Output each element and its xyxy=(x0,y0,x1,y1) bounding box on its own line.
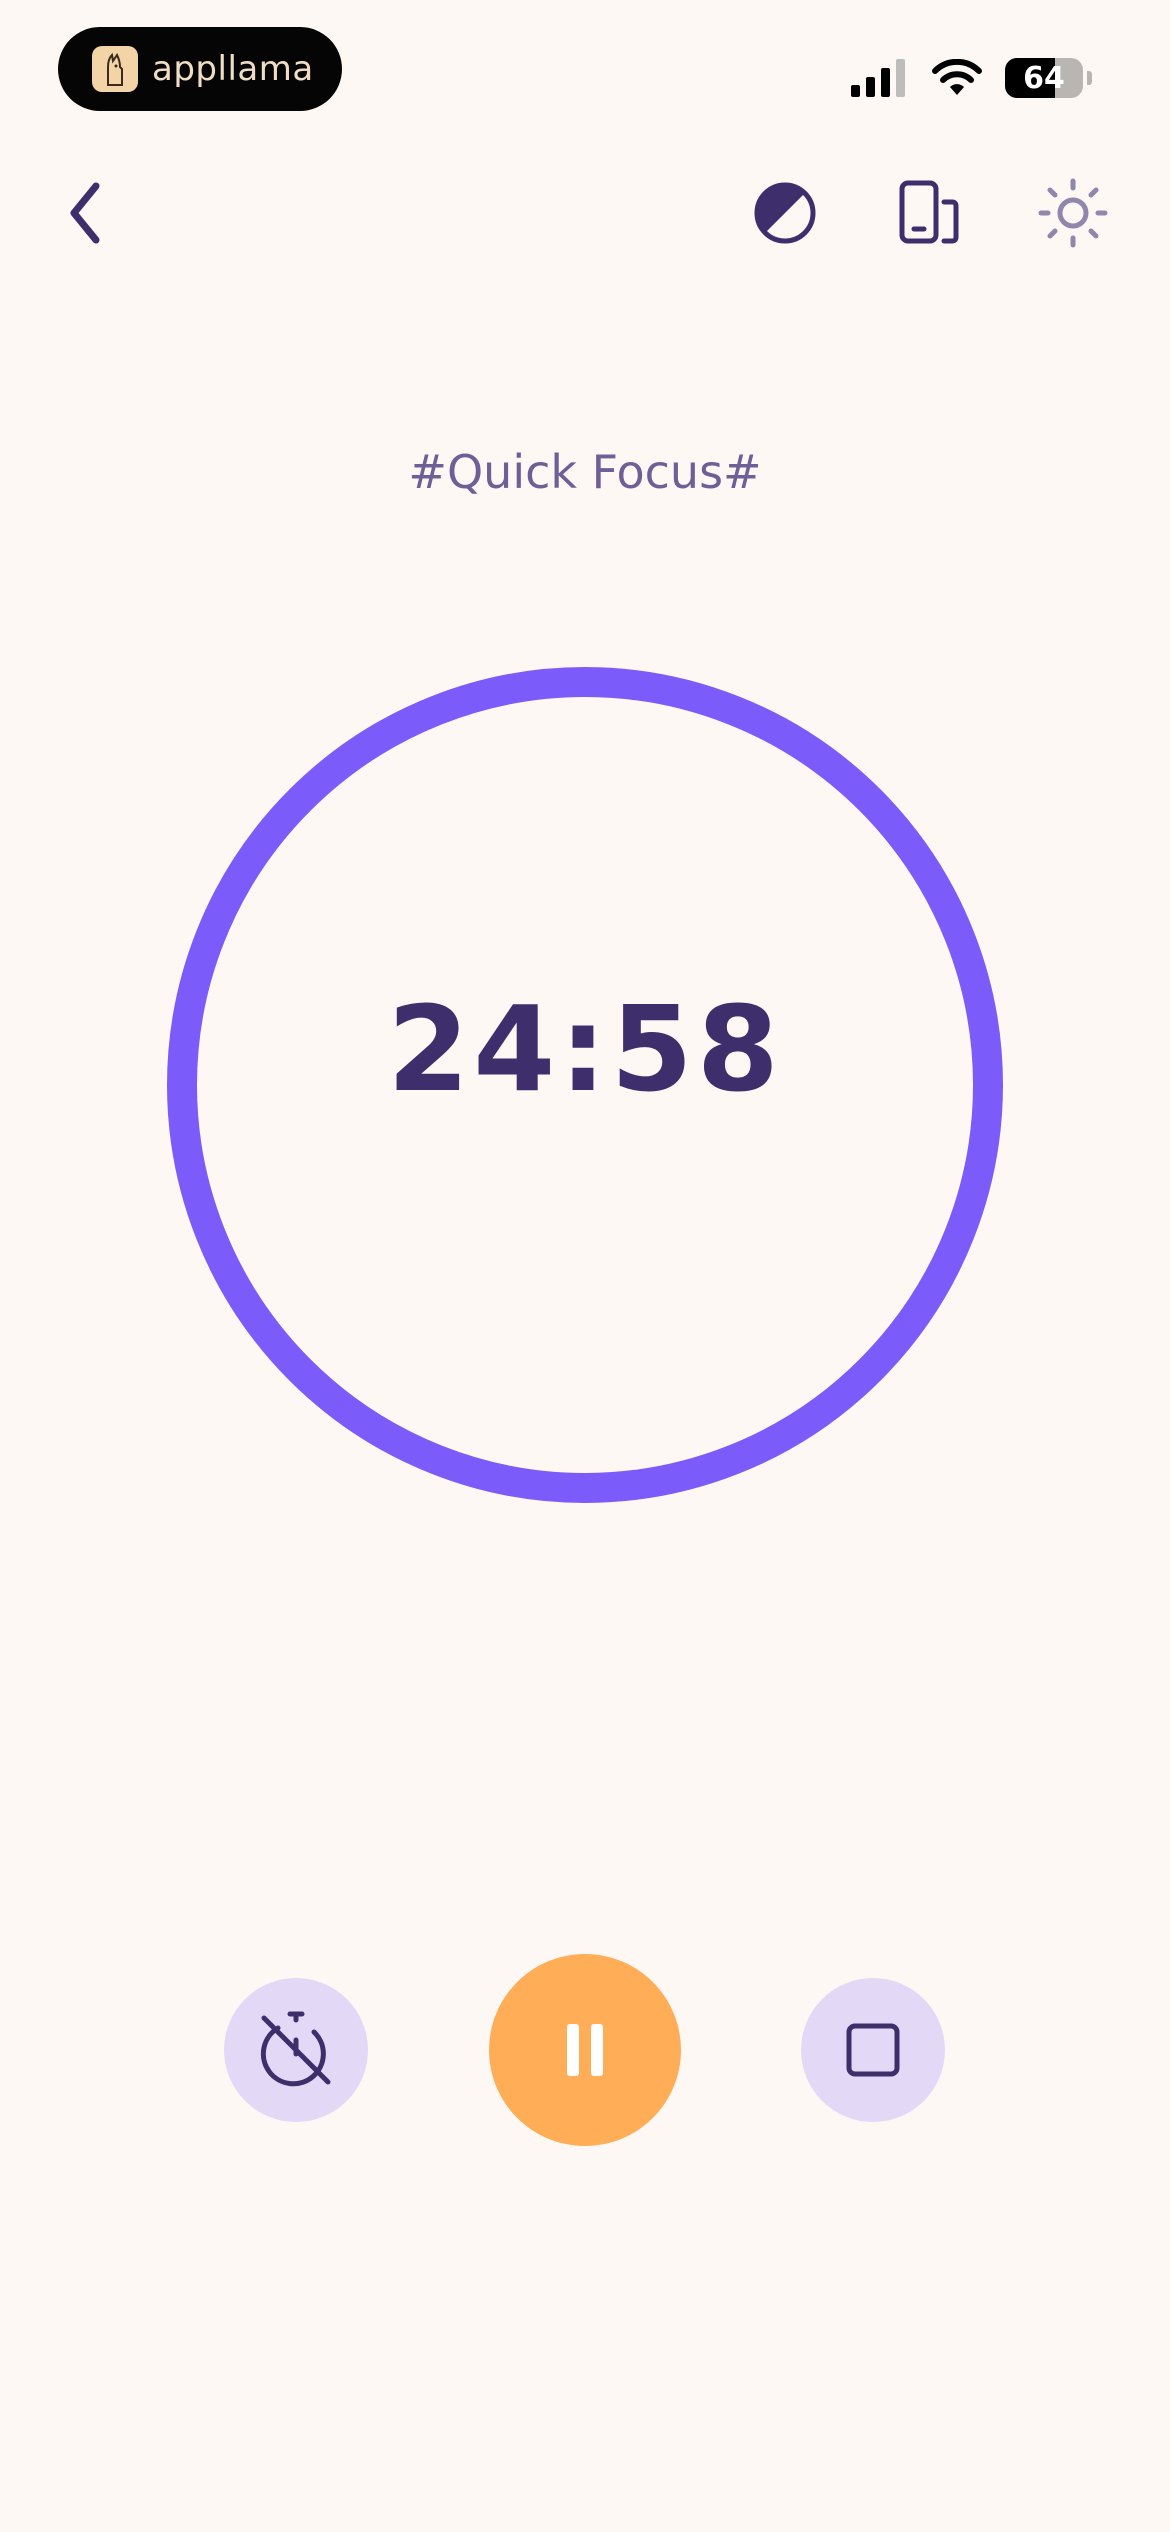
timer-display: 24:58 xyxy=(387,980,783,1118)
device-button[interactable] xyxy=(889,173,969,253)
stop-button[interactable] xyxy=(801,1978,945,2122)
cellular-signal-icon xyxy=(851,59,905,97)
app-name: appllama xyxy=(152,49,314,89)
devices-icon xyxy=(899,180,959,244)
top-bar xyxy=(0,160,1170,260)
pause-icon xyxy=(567,2024,603,2076)
contrast-icon xyxy=(754,182,816,244)
sun-icon xyxy=(1038,178,1108,248)
theme-toggle-button[interactable] xyxy=(745,173,825,253)
wifi-icon xyxy=(932,59,982,95)
chevron-left-icon xyxy=(70,182,100,244)
disable-timer-button[interactable] xyxy=(224,1978,368,2122)
battery-indicator: 64 xyxy=(1005,58,1092,98)
stop-icon xyxy=(846,2023,900,2077)
status-icons: 64 xyxy=(851,56,1092,100)
battery-percent: 64 xyxy=(1023,60,1065,96)
back-button[interactable] xyxy=(45,173,125,253)
timer-controls xyxy=(0,1950,1170,2150)
session-label: #Quick Focus# xyxy=(408,445,762,499)
brightness-button[interactable] xyxy=(1033,173,1113,253)
app-badge: appllama xyxy=(58,27,342,111)
battery-icon: 64 xyxy=(1005,58,1083,98)
llama-logo-icon xyxy=(92,46,138,92)
pause-button[interactable] xyxy=(489,1954,681,2146)
timer-off-icon xyxy=(260,2011,331,2087)
status-bar: appllama 64 xyxy=(0,0,1170,140)
battery-tip xyxy=(1087,71,1092,85)
